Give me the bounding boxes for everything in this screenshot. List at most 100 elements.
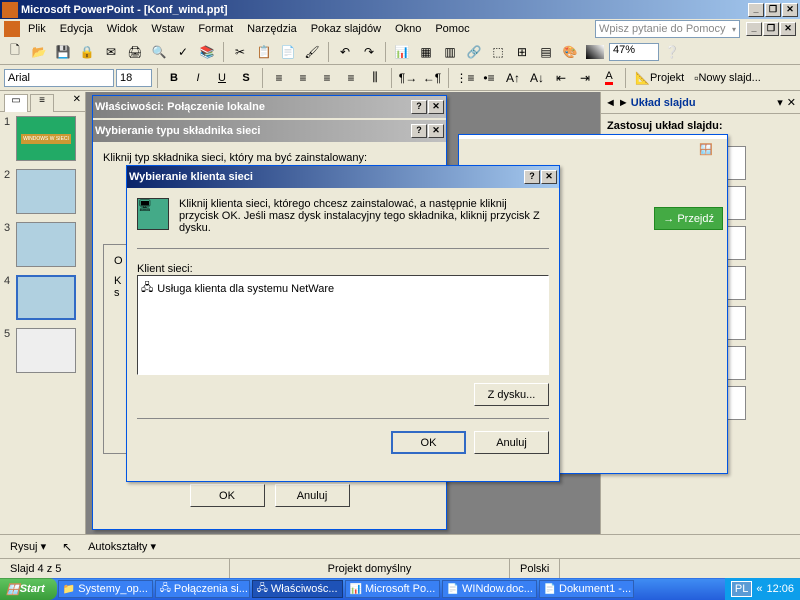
menu-file[interactable]: Plik — [22, 21, 52, 37]
close-panel-icon[interactable]: ✕ — [73, 94, 81, 111]
slide-thumb-1[interactable]: 1WINDOWS W SIECI — [4, 116, 81, 161]
menu-tools[interactable]: Narzędzia — [241, 21, 303, 37]
grayscale-icon[interactable] — [586, 45, 604, 59]
client-help-button[interactable]: ? — [524, 170, 540, 184]
client-cancel-button[interactable]: Anuluj — [474, 431, 549, 454]
align-right-icon[interactable]: ≡ — [316, 67, 338, 89]
from-disk-button[interactable]: Z dysku... — [474, 383, 549, 406]
copy-icon[interactable]: 📋 — [253, 41, 275, 63]
menu-edit[interactable]: Edycja — [54, 21, 99, 37]
props-sub-help-button[interactable]: ? — [411, 124, 427, 138]
props-titlebar[interactable]: Właściwości: Połączenie lokalne ? ✕ — [93, 96, 446, 118]
preview-icon[interactable]: 🔍 — [148, 41, 170, 63]
taskbar-item[interactable]: 📊Microsoft Po... — [345, 580, 440, 598]
menu-format[interactable]: Format — [192, 21, 239, 37]
rtl-icon[interactable]: ←¶ — [421, 67, 443, 89]
format-painter-icon[interactable]: 🖌 — [301, 41, 323, 63]
props-help-button[interactable]: ? — [411, 100, 427, 114]
print-icon[interactable]: 🖨 — [124, 41, 146, 63]
new-icon[interactable]: 🗋 — [4, 41, 26, 63]
go-button[interactable]: → Przejdź — [654, 207, 723, 230]
paste-icon[interactable]: 📄 — [277, 41, 299, 63]
slide-thumb-5[interactable]: 5 — [4, 328, 81, 373]
slide-thumb-4[interactable]: 4 — [4, 275, 81, 320]
close-button[interactable]: ✕ — [782, 3, 798, 17]
chart-icon[interactable]: 📊 — [391, 41, 413, 63]
decrease-indent-icon[interactable]: ⇤ — [550, 67, 572, 89]
font-color-icon[interactable]: A — [598, 67, 620, 89]
bullets-icon[interactable]: •≡ — [478, 67, 500, 89]
grid-icon[interactable]: ▤ — [535, 41, 557, 63]
minimize-button[interactable]: _ — [748, 3, 764, 17]
draw-menu[interactable]: Rysuj ▾ — [4, 538, 52, 555]
open-icon[interactable]: 📂 — [28, 41, 50, 63]
numbering-icon[interactable]: ⋮≡ — [454, 67, 476, 89]
decrease-font-icon[interactable]: A↓ — [526, 67, 548, 89]
doc-minimize-button[interactable]: _ — [746, 22, 762, 36]
align-left-icon[interactable]: ≡ — [268, 67, 290, 89]
start-button[interactable]: 🪟 Start — [0, 578, 57, 600]
taskbar-item[interactable]: 🖧Właściwośc... — [252, 580, 343, 598]
back-icon[interactable]: ◄ — [605, 97, 616, 109]
font-size-combo[interactable]: 18 — [116, 69, 152, 87]
bold-button[interactable]: B — [163, 67, 185, 89]
menu-slideshow[interactable]: Pokaz slajdów — [305, 21, 387, 37]
help-search-box[interactable]: Wpisz pytanie do Pomocy▾ — [595, 20, 740, 38]
taskbar-item[interactable]: 📄WINdow.doc... — [442, 580, 537, 598]
forward-icon[interactable]: ► — [618, 97, 629, 109]
slide-thumb-3[interactable]: 3 — [4, 222, 81, 267]
distribute-icon[interactable]: ⫼ — [364, 67, 386, 89]
props-cancel-button[interactable]: Anuluj — [275, 484, 350, 507]
taskbar-item[interactable]: 📁Systemy_op... — [58, 580, 153, 598]
clock[interactable]: 12:06 — [766, 583, 794, 595]
select-icon[interactable]: ↖ — [56, 536, 78, 558]
shadow-button[interactable]: S — [235, 67, 257, 89]
client-close-button[interactable]: ✕ — [541, 170, 557, 184]
email-icon[interactable]: ✉ — [100, 41, 122, 63]
increase-font-icon[interactable]: A↑ — [502, 67, 524, 89]
show-ruler-icon[interactable]: ⊞ — [511, 41, 533, 63]
language-indicator[interactable]: Polski — [510, 559, 560, 578]
undo-icon[interactable]: ↶ — [334, 41, 356, 63]
language-badge[interactable]: PL — [731, 581, 752, 597]
font-name-combo[interactable]: Arial — [4, 69, 114, 87]
doc-restore-button[interactable]: ❐ — [763, 22, 779, 36]
zoom-combo[interactable]: 47% — [609, 43, 659, 61]
restore-button[interactable]: ❐ — [765, 3, 781, 17]
spell-icon[interactable]: ✓ — [172, 41, 194, 63]
doc-close-button[interactable]: ✕ — [780, 22, 796, 36]
table-icon[interactable]: ▦ — [415, 41, 437, 63]
italic-button[interactable]: I — [187, 67, 209, 89]
menu-view[interactable]: Widok — [101, 21, 144, 37]
slide-thumb-2[interactable]: 2 — [4, 169, 81, 214]
taskpane-close-icon[interactable]: ✕ — [787, 96, 796, 109]
underline-button[interactable]: U — [211, 67, 233, 89]
cut-icon[interactable]: ✂ — [229, 41, 251, 63]
research-icon[interactable]: 📚 — [196, 41, 218, 63]
tray-icon[interactable]: « — [756, 583, 762, 595]
client-titlebar[interactable]: Wybieranie klienta sieci ? ✕ — [127, 166, 559, 188]
list-item[interactable]: 🖧 Usługa klienta dla systemu NetWare — [140, 278, 546, 299]
save-icon[interactable]: 💾 — [52, 41, 74, 63]
taskbar-item[interactable]: 📄Dokument1 -... — [539, 580, 634, 598]
tables-borders-icon[interactable]: ▥ — [439, 41, 461, 63]
client-listbox[interactable]: 🖧 Usługa klienta dla systemu NetWare — [137, 275, 549, 375]
new-slide-button[interactable]: ▫ Nowy slajd... — [690, 67, 765, 89]
tab-slides[interactable]: ▭ — [4, 94, 28, 112]
tab-outline[interactable]: ≡ — [30, 94, 54, 112]
increase-indent-icon[interactable]: ⇥ — [574, 67, 596, 89]
menu-window[interactable]: Okno — [389, 21, 427, 37]
autoshapes-menu[interactable]: Autokształty ▾ — [82, 538, 162, 555]
props-sub-close-button[interactable]: ✕ — [428, 124, 444, 138]
align-center-icon[interactable]: ≡ — [292, 67, 314, 89]
color-icon[interactable]: 🎨 — [559, 41, 581, 63]
menu-insert[interactable]: Wstaw — [145, 21, 190, 37]
expand-icon[interactable]: ⬚ — [487, 41, 509, 63]
permission-icon[interactable]: 🔒 — [76, 41, 98, 63]
ltr-icon[interactable]: ¶→ — [397, 67, 419, 89]
align-justify-icon[interactable]: ≡ — [340, 67, 362, 89]
props-close-button[interactable]: ✕ — [428, 100, 444, 114]
props-ok-button[interactable]: OK — [190, 484, 265, 507]
help-icon[interactable]: ❔ — [661, 41, 683, 63]
hyperlink-icon[interactable]: 🔗 — [463, 41, 485, 63]
